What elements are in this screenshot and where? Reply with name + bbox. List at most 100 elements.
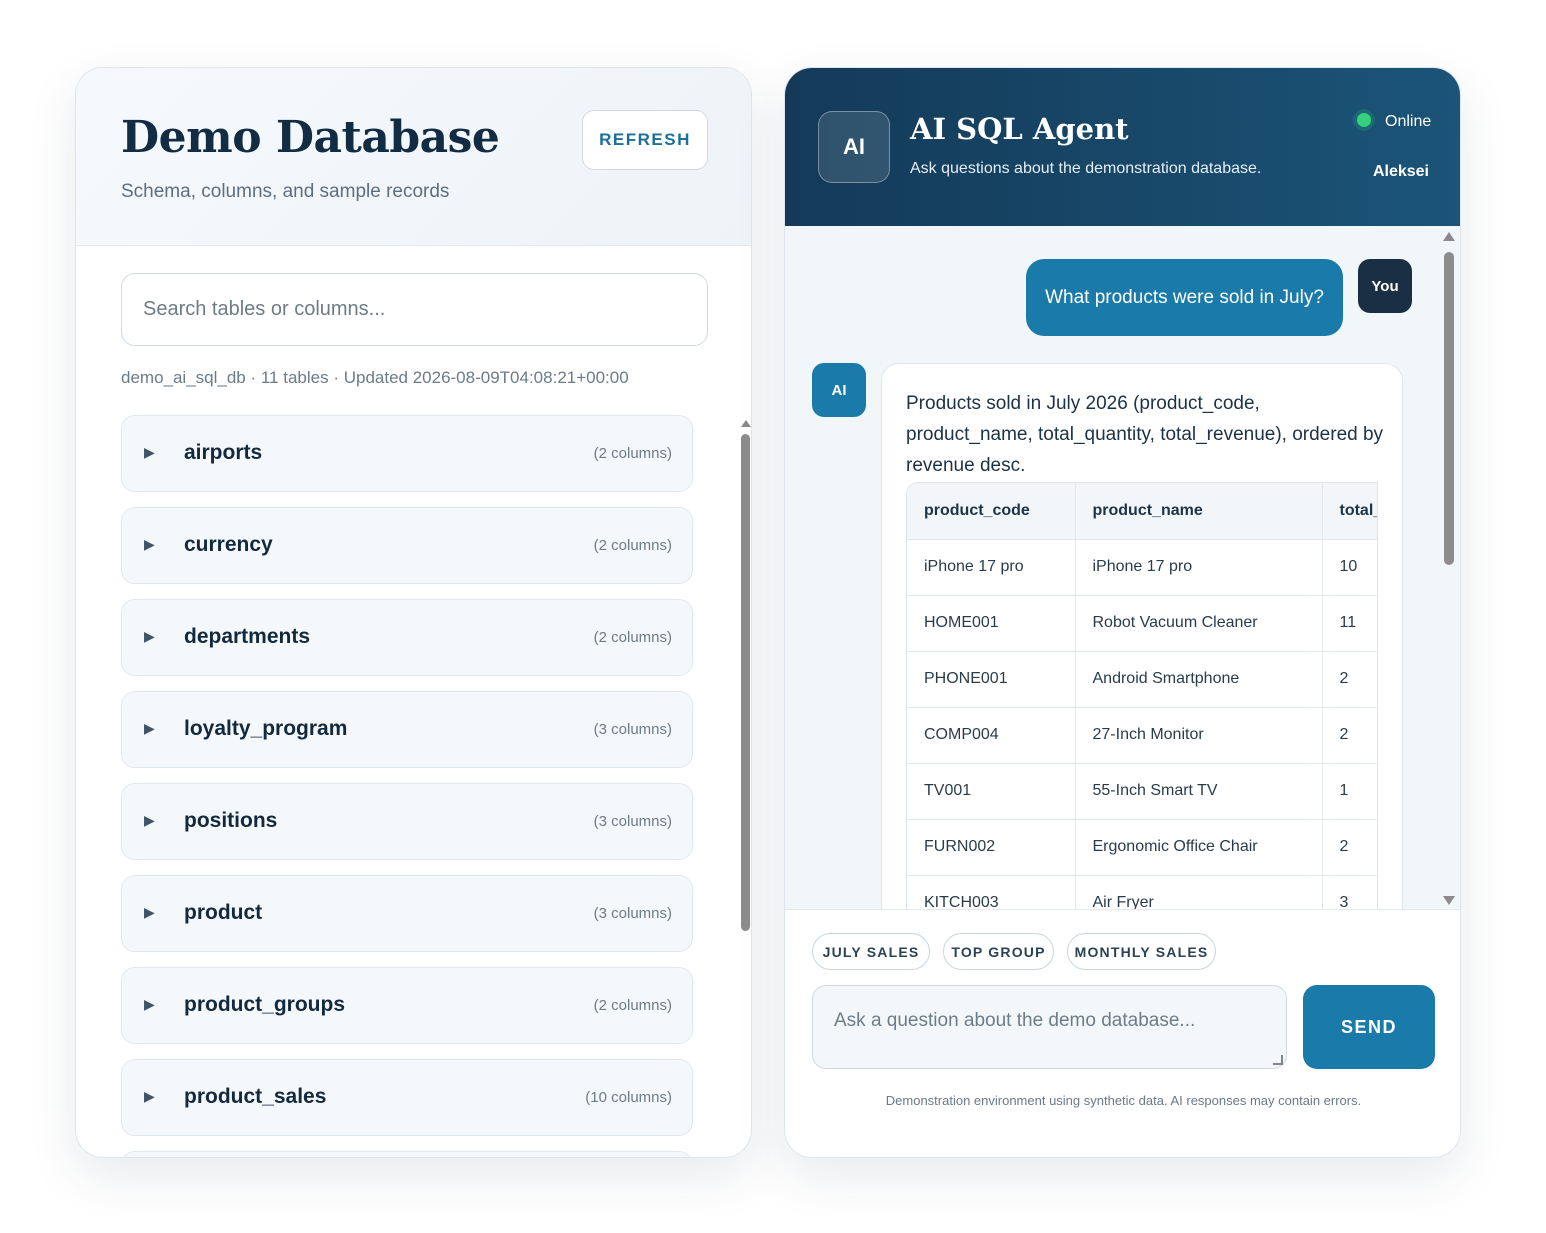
status-text: Online xyxy=(1385,113,1432,130)
page-title: Demo Database xyxy=(121,112,500,163)
table-cell: KITCH003 xyxy=(907,875,1076,909)
expand-caret-icon: ▶ xyxy=(144,720,155,736)
table-row: iPhone 17 pro iPhone 17 pro 10 xyxy=(907,539,1377,596)
table-list-scrollbar[interactable] xyxy=(740,420,751,1155)
table-cell: 2 xyxy=(1322,651,1377,708)
scroll-up-icon[interactable] xyxy=(741,420,751,427)
table-cell: FURN002 xyxy=(907,819,1076,876)
chip-top-group[interactable]: TOP GROUP xyxy=(943,933,1054,970)
user-message: What products were sold in July? xyxy=(1026,259,1343,336)
ai-message: Products sold in July 2026 (product_code… xyxy=(881,363,1403,909)
expand-caret-icon: ▶ xyxy=(144,996,155,1012)
column-count: (2 columns) xyxy=(593,537,672,554)
table-name: product_sales xyxy=(184,1085,327,1108)
table-cell: 55-Inch Smart TV xyxy=(1075,763,1323,820)
expand-caret-icon: ▶ xyxy=(144,536,155,552)
table-row: TV001 55-Inch Smart TV 1 xyxy=(907,763,1377,820)
scrollbar-thumb[interactable] xyxy=(1444,252,1454,565)
send-button[interactable]: SEND xyxy=(1303,985,1435,1069)
table-row: COMP004 27-Inch Monitor 2 xyxy=(907,707,1377,764)
table-name: loyalty_program xyxy=(184,717,348,740)
expand-caret-icon: ▶ xyxy=(144,1088,155,1104)
column-count: (3 columns) xyxy=(593,721,672,738)
database-meta: demo_ai_sql_db · 11 tables · Updated 202… xyxy=(121,368,629,387)
table-cell: Air Fryer xyxy=(1075,875,1323,909)
table-item-product-sales[interactable]: ▶ product_sales (10 columns) xyxy=(121,1059,693,1136)
table-cell: 2 xyxy=(1322,819,1377,876)
table-cell: iPhone 17 pro xyxy=(1075,539,1323,596)
table-name: currency xyxy=(184,533,273,556)
table-name: product xyxy=(184,901,263,924)
table-cell: 27-Inch Monitor xyxy=(1075,707,1323,764)
column-count: (2 columns) xyxy=(593,629,672,646)
refresh-button[interactable]: REFRESH xyxy=(582,110,708,170)
ai-message-text: Products sold in July 2026 (product_code… xyxy=(906,393,1384,476)
column-count: (2 columns) xyxy=(593,445,672,462)
chat-panel: AI AI SQL Agent Ask questions about the … xyxy=(784,67,1461,1158)
result-table-scroll[interactable]: product_code product_name total_quantity… xyxy=(906,482,1378,909)
table-item-partial[interactable] xyxy=(121,1151,693,1157)
expand-caret-icon: ▶ xyxy=(144,904,155,920)
scrollbar-thumb[interactable] xyxy=(741,434,750,931)
expand-caret-icon: ▶ xyxy=(144,444,155,460)
table-cell: Robot Vacuum Cleaner xyxy=(1075,595,1323,652)
schema-header: Demo Database Schema, columns, and sampl… xyxy=(76,68,751,246)
table-name: departments xyxy=(184,625,311,648)
table-cell: 1 xyxy=(1322,763,1377,820)
search-input[interactable] xyxy=(121,273,708,346)
table-row: PHONE001 Android Smartphone 2 xyxy=(907,651,1377,708)
column-count: (3 columns) xyxy=(593,813,672,830)
table-name: positions xyxy=(184,809,278,832)
table-cell: TV001 xyxy=(907,763,1076,820)
table-item-loyalty-program[interactable]: ▶ loyalty_program (3 columns) xyxy=(121,691,693,768)
chat-scrollbar[interactable] xyxy=(1443,232,1455,905)
table-cell: Ergonomic Office Chair xyxy=(1075,819,1323,876)
table-cell: HOME001 xyxy=(907,595,1076,652)
table-item-currency[interactable]: ▶ currency (2 columns) xyxy=(121,507,693,584)
table-cell: iPhone 17 pro xyxy=(907,539,1076,596)
scroll-up-icon[interactable] xyxy=(1443,232,1455,241)
column-header: total_quantity xyxy=(1322,483,1377,540)
column-count: (3 columns) xyxy=(593,905,672,922)
table-list: ▶ airports (2 columns) ▶ currency (2 col… xyxy=(121,415,693,1157)
result-table: product_code product_name total_quantity… xyxy=(907,483,1377,909)
resize-handle-icon[interactable] xyxy=(1273,1055,1283,1065)
chip-july-sales[interactable]: JULY SALES xyxy=(812,933,930,970)
chat-header: AI AI SQL Agent Ask questions about the … xyxy=(785,68,1460,226)
ai-avatar: AI xyxy=(812,363,866,417)
chat-messages: What products were sold in July? You AI … xyxy=(785,226,1460,909)
chip-monthly-sales[interactable]: MONTHLY SALES xyxy=(1067,933,1216,970)
table-item-product-groups[interactable]: ▶ product_groups (2 columns) xyxy=(121,967,693,1044)
online-status-icon xyxy=(1357,113,1371,127)
table-name: product_groups xyxy=(184,993,345,1016)
column-header: product_code xyxy=(907,483,1076,540)
table-row: KITCH003 Air Fryer 3 xyxy=(907,875,1377,909)
column-count: (2 columns) xyxy=(593,997,672,1014)
table-item-positions[interactable]: ▶ positions (3 columns) xyxy=(121,783,693,860)
user-avatar: You xyxy=(1358,259,1412,313)
question-input[interactable] xyxy=(812,985,1287,1069)
table-cell: 10 xyxy=(1322,539,1377,596)
table-item-product[interactable]: ▶ product (3 columns) xyxy=(121,875,693,952)
agent-avatar: AI xyxy=(818,111,890,183)
column-count: (10 columns) xyxy=(585,1089,672,1106)
schema-panel: Demo Database Schema, columns, and sampl… xyxy=(75,67,752,1158)
disclaimer: Demonstration environment using syntheti… xyxy=(885,1093,1362,1108)
table-cell: Android Smartphone xyxy=(1075,651,1323,708)
table-cell: 3 xyxy=(1322,875,1377,909)
table-item-departments[interactable]: ▶ departments (2 columns) xyxy=(121,599,693,676)
table-cell: COMP004 xyxy=(907,707,1076,764)
expand-caret-icon: ▶ xyxy=(144,628,155,644)
table-header-row: product_code product_name total_quantity xyxy=(907,483,1377,540)
table-row: HOME001 Robot Vacuum Cleaner 11 xyxy=(907,595,1377,652)
chat-composer: JULY SALES TOP GROUP MONTHLY SALES SEND … xyxy=(785,909,1460,1157)
expand-caret-icon: ▶ xyxy=(144,812,155,828)
agent-title: AI SQL Agent xyxy=(910,112,1129,146)
scroll-down-icon[interactable] xyxy=(1443,896,1455,905)
table-cell: PHONE001 xyxy=(907,651,1076,708)
user-name: Aleksei xyxy=(1372,163,1429,180)
table-cell: 11 xyxy=(1322,595,1377,652)
page-subtitle: Schema, columns, and sample records xyxy=(121,181,450,202)
table-item-airports[interactable]: ▶ airports (2 columns) xyxy=(121,415,693,492)
table-row: FURN002 Ergonomic Office Chair 2 xyxy=(907,819,1377,876)
